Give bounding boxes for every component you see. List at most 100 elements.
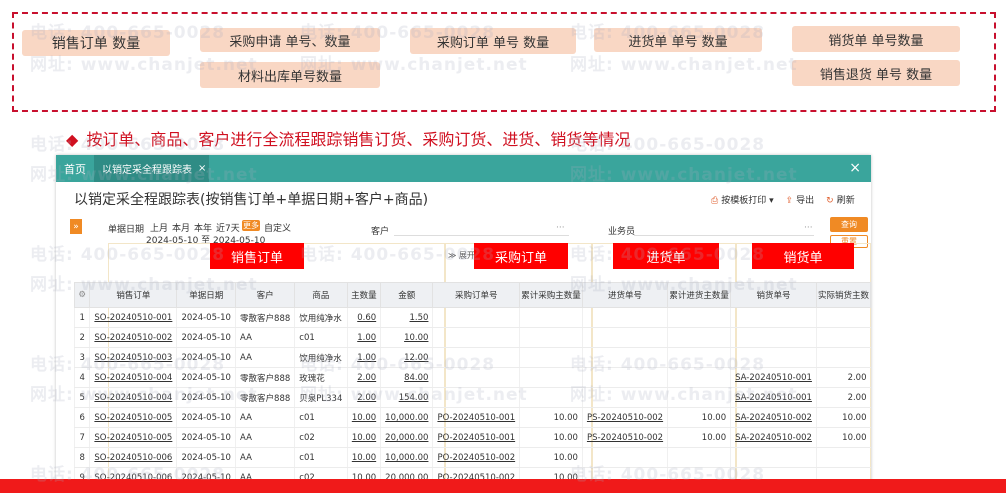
cell-main-qty[interactable]: 2.00 bbox=[346, 387, 381, 408]
salesman-picker-icon[interactable]: ··· bbox=[804, 223, 813, 233]
table-row[interactable]: 4 SO-20240510-004 2024-05-10 零散客户888 玫瑰花 2.00… bbox=[73, 367, 871, 388]
cell-receiving-link[interactable]: PS-20240510-002 bbox=[581, 407, 668, 428]
cell-sales-order-link[interactable]: SO-20240510-002 bbox=[89, 327, 177, 348]
tab-bar: 首页 以销定采全程跟踪表 × × bbox=[56, 155, 871, 182]
table-header-row: ⚙ 销售订单 单据日期 客户 商品 主数量 金额 采购订单号 累计采购主数量 进… bbox=[73, 282, 871, 308]
cell-delivery-link[interactable] bbox=[730, 327, 817, 348]
col-header[interactable]: 金额 bbox=[380, 282, 434, 308]
cell-actual-delivery-qty bbox=[815, 327, 871, 348]
tab-tracking-report[interactable]: 以销定采全程跟踪表 × bbox=[94, 155, 209, 182]
cell-delivery-link[interactable]: SA-20240510-001 bbox=[730, 387, 817, 408]
cell-main-qty[interactable]: 10.00 bbox=[346, 407, 381, 428]
table-row[interactable]: 6 SO-20240510-005 2024-05-10 AA c01 10.00 10,0… bbox=[73, 407, 871, 428]
cell-product: c02 bbox=[294, 427, 348, 448]
table-row[interactable]: 2 SO-20240510-002 2024-05-10 AA c01 1.00 10.00 bbox=[73, 327, 871, 348]
salesman-input[interactable] bbox=[634, 235, 814, 236]
cell-receiving-link[interactable] bbox=[581, 347, 668, 368]
cell-receiving-link[interactable] bbox=[581, 367, 668, 388]
cell-sales-order-link[interactable]: SO-20240510-006 bbox=[89, 447, 177, 468]
bottom-red-bar bbox=[0, 479, 1006, 493]
cell-customer: 零散客户888 bbox=[235, 387, 295, 408]
more-button[interactable]: 更多 bbox=[242, 220, 260, 231]
col-header[interactable]: 实际销货主数 bbox=[815, 282, 871, 308]
cell-main-qty[interactable]: 1.00 bbox=[346, 347, 381, 368]
cell-delivery-link[interactable]: SA-20240510-002 bbox=[730, 407, 817, 428]
cell-amount[interactable]: 20,000.00 bbox=[380, 427, 433, 448]
flow-box-purchase-request: 采购申请 单号、数量 bbox=[200, 28, 380, 52]
printer-icon: ⎙ bbox=[711, 196, 719, 206]
cell-delivery-link[interactable]: SA-20240510-002 bbox=[730, 427, 817, 448]
table-row[interactable]: 3 SO-20240510-003 2024-05-10 AA 饮用纯净水 1.00 12.… bbox=[73, 347, 871, 368]
cell-amount[interactable]: 1.50 bbox=[380, 307, 433, 328]
cell-amount[interactable]: 10,000.00 bbox=[380, 407, 433, 428]
cell-purchase-order-link[interactable] bbox=[432, 387, 520, 408]
cell-purchase-order-link[interactable] bbox=[432, 367, 520, 388]
custom-period[interactable]: 自定义 bbox=[264, 221, 291, 234]
cell-row-number: 6 bbox=[73, 407, 90, 428]
flow-box-delivery: 销货单 单号数量 bbox=[792, 26, 960, 52]
cell-purchase-order-link[interactable]: PO-20240510-002 bbox=[432, 447, 520, 468]
print-button[interactable]: ⎙ 按模板打印 ▾ bbox=[711, 193, 774, 206]
cell-amount[interactable]: 10.00 bbox=[380, 327, 433, 348]
cell-delivery-link[interactable] bbox=[730, 347, 817, 368]
cell-customer: 零散客户888 bbox=[235, 307, 295, 328]
cell-main-qty[interactable]: 10.00 bbox=[346, 447, 381, 468]
table-row[interactable]: 7 SO-20240510-005 2024-05-10 AA c02 10.00 20,0… bbox=[73, 427, 871, 448]
cell-delivery-link[interactable] bbox=[730, 447, 817, 468]
expand-toggle[interactable]: ≫ 展开 bbox=[448, 250, 475, 261]
col-header[interactable]: 累计采购主数量 bbox=[519, 282, 583, 308]
cell-cum-receiving-qty: 10.00 bbox=[667, 407, 731, 428]
customer-input[interactable] bbox=[394, 235, 569, 236]
cell-sales-order-link[interactable]: SO-20240510-003 bbox=[89, 347, 177, 368]
column-settings-gear-icon[interactable]: ⚙ bbox=[73, 282, 91, 308]
cell-receiving-link[interactable] bbox=[581, 447, 668, 468]
cell-sales-order-link[interactable]: SO-20240510-001 bbox=[89, 307, 177, 328]
cell-main-qty[interactable]: 10.00 bbox=[346, 427, 381, 448]
cell-receiving-link[interactable] bbox=[581, 387, 668, 408]
cell-amount[interactable]: 154.00 bbox=[380, 387, 433, 408]
cell-receiving-link[interactable] bbox=[581, 327, 668, 348]
cell-sales-order-link[interactable]: SO-20240510-004 bbox=[89, 387, 177, 408]
cell-sales-order-link[interactable]: SO-20240510-005 bbox=[89, 427, 177, 448]
col-header[interactable]: 客户 bbox=[235, 282, 296, 308]
cell-delivery-link[interactable]: SA-20240510-001 bbox=[730, 367, 817, 388]
cell-main-qty[interactable]: 0.60 bbox=[346, 307, 381, 328]
cell-receiving-link[interactable] bbox=[581, 307, 668, 328]
col-header[interactable]: 销售订单 bbox=[89, 282, 178, 308]
cell-delivery-link[interactable] bbox=[730, 307, 817, 328]
col-header[interactable]: 商品 bbox=[294, 282, 348, 308]
table-row[interactable]: 1 SO-20240510-001 2024-05-10 零散客户888 饮用纯净水 0.… bbox=[73, 307, 871, 328]
cell-main-qty[interactable]: 2.00 bbox=[346, 367, 381, 388]
cell-actual-delivery-qty bbox=[815, 307, 871, 328]
col-header[interactable]: 累计进货主数量 bbox=[667, 282, 732, 308]
cell-purchase-order-link[interactable]: PO-20240510-001 bbox=[432, 407, 520, 428]
col-header[interactable]: 单据日期 bbox=[176, 282, 237, 308]
cell-receiving-link[interactable]: PS-20240510-002 bbox=[581, 427, 668, 448]
cell-purchase-order-link[interactable]: PO-20240510-001 bbox=[432, 427, 520, 448]
cell-sales-order-link[interactable]: SO-20240510-005 bbox=[89, 407, 177, 428]
cell-main-qty[interactable]: 1.00 bbox=[346, 327, 381, 348]
cell-purchase-order-link[interactable] bbox=[432, 347, 520, 368]
cell-cum-receiving-qty: 10.00 bbox=[667, 427, 731, 448]
cell-sales-order-link[interactable]: SO-20240510-004 bbox=[89, 367, 177, 388]
table-row[interactable]: 8 SO-20240510-006 2024-05-10 AA c01 10.00 10,0… bbox=[73, 447, 871, 468]
refresh-button[interactable]: ↻ 刷新 bbox=[826, 193, 855, 206]
tab-close-icon[interactable]: × bbox=[198, 163, 206, 174]
export-button[interactable]: ⇪ 导出 bbox=[786, 193, 815, 206]
col-header[interactable]: 主数量 bbox=[346, 282, 382, 308]
col-header[interactable]: 销货单号 bbox=[730, 282, 817, 308]
cell-amount[interactable]: 10,000.00 bbox=[380, 447, 433, 468]
query-button[interactable]: 查询 bbox=[830, 217, 868, 232]
salesman-label: 业务员 bbox=[608, 227, 636, 237]
col-header[interactable]: 进货单号 bbox=[581, 282, 669, 308]
table-row[interactable]: 5 SO-20240510-004 2024-05-10 零散客户888 贝泉PL334… bbox=[73, 387, 871, 408]
col-header[interactable]: 采购订单号 bbox=[432, 282, 521, 308]
cell-purchase-order-link[interactable] bbox=[432, 307, 520, 328]
side-expand-tab[interactable]: » bbox=[70, 219, 82, 234]
customer-picker-icon[interactable]: ··· bbox=[556, 223, 565, 233]
window-close-icon[interactable]: × bbox=[849, 160, 861, 176]
tab-home[interactable]: 首页 bbox=[56, 155, 94, 182]
cell-amount[interactable]: 12.00 bbox=[380, 347, 433, 368]
cell-purchase-order-link[interactable] bbox=[432, 327, 520, 348]
cell-amount[interactable]: 84.00 bbox=[380, 367, 433, 388]
